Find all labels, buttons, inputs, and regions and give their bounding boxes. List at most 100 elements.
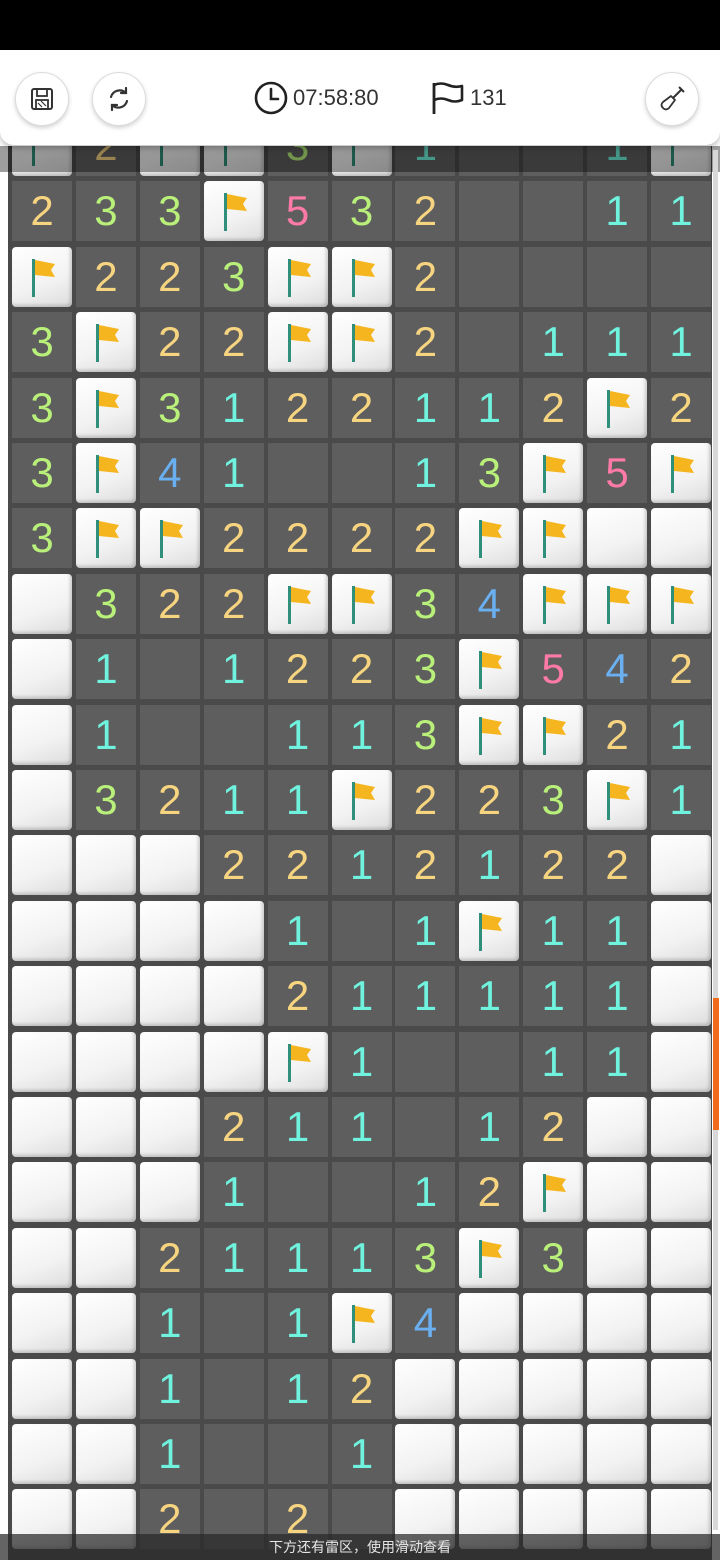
- number-cell[interactable]: 1: [267, 1293, 328, 1354]
- flagged-cell[interactable]: [587, 573, 648, 634]
- unopened-cell[interactable]: [12, 835, 72, 896]
- unopened-cell[interactable]: [139, 1097, 200, 1157]
- number-cell[interactable]: 2: [203, 312, 264, 373]
- unopened-cell[interactable]: [651, 900, 711, 961]
- unopened-cell[interactable]: [139, 966, 200, 1027]
- number-cell[interactable]: 2: [139, 246, 200, 307]
- flagged-cell[interactable]: [587, 377, 648, 438]
- flagged-cell[interactable]: [331, 312, 392, 373]
- opened-empty-cell[interactable]: [203, 1293, 264, 1354]
- unopened-cell[interactable]: [139, 1031, 200, 1092]
- number-cell[interactable]: 3: [75, 181, 136, 242]
- number-cell[interactable]: 1: [139, 1293, 200, 1354]
- number-cell[interactable]: 2: [395, 770, 456, 830]
- flagged-cell[interactable]: [75, 312, 136, 373]
- number-cell[interactable]: 1: [395, 377, 456, 438]
- unopened-cell[interactable]: [75, 1424, 136, 1484]
- number-cell[interactable]: 1: [203, 1162, 264, 1223]
- unopened-cell[interactable]: [75, 900, 136, 961]
- number-cell[interactable]: 1: [651, 704, 711, 765]
- flagged-cell[interactable]: [267, 312, 328, 373]
- unopened-cell[interactable]: [12, 1031, 72, 1092]
- number-cell[interactable]: 1: [651, 181, 711, 242]
- unopened-cell[interactable]: [12, 1424, 72, 1484]
- number-cell[interactable]: 1: [139, 1424, 200, 1484]
- unopened-cell[interactable]: [651, 1227, 711, 1288]
- unopened-cell[interactable]: [395, 1424, 456, 1484]
- number-cell[interactable]: 3: [12, 312, 72, 373]
- flagged-cell[interactable]: [331, 246, 392, 307]
- unopened-cell[interactable]: [523, 1358, 584, 1419]
- unopened-cell[interactable]: [203, 1031, 264, 1092]
- flagged-cell[interactable]: [75, 377, 136, 438]
- number-cell[interactable]: 1: [139, 1358, 200, 1419]
- number-cell[interactable]: 2: [331, 377, 392, 438]
- number-cell[interactable]: 3: [139, 181, 200, 242]
- number-cell[interactable]: 2: [459, 1162, 520, 1223]
- flagged-cell[interactable]: [75, 443, 136, 503]
- number-cell[interactable]: 3: [395, 639, 456, 700]
- number-cell[interactable]: 3: [523, 1227, 584, 1288]
- flagged-cell[interactable]: [139, 508, 200, 569]
- unopened-cell[interactable]: [12, 900, 72, 961]
- unopened-cell[interactable]: [651, 1424, 711, 1484]
- number-cell[interactable]: 2: [203, 508, 264, 569]
- flagged-cell[interactable]: [523, 508, 584, 569]
- unopened-cell[interactable]: [203, 900, 264, 961]
- unopened-cell[interactable]: [12, 704, 72, 765]
- opened-empty-cell[interactable]: [587, 246, 648, 307]
- unopened-cell[interactable]: [12, 770, 72, 830]
- number-cell[interactable]: 2: [523, 835, 584, 896]
- number-cell[interactable]: 1: [395, 966, 456, 1027]
- number-cell[interactable]: 1: [395, 443, 456, 503]
- flagged-cell[interactable]: [331, 573, 392, 634]
- number-cell[interactable]: 2: [267, 835, 328, 896]
- number-cell[interactable]: 2: [203, 835, 264, 896]
- number-cell[interactable]: 1: [395, 900, 456, 961]
- sweep-mode-button[interactable]: [645, 72, 699, 126]
- flagged-cell[interactable]: [75, 508, 136, 569]
- opened-empty-cell[interactable]: [523, 181, 584, 242]
- unopened-cell[interactable]: [651, 1358, 711, 1419]
- number-cell[interactable]: 3: [75, 573, 136, 634]
- number-cell[interactable]: 2: [331, 639, 392, 700]
- opened-empty-cell[interactable]: [267, 1162, 328, 1223]
- number-cell[interactable]: 2: [651, 639, 711, 700]
- unopened-cell[interactable]: [459, 1293, 520, 1354]
- number-cell[interactable]: 1: [75, 639, 136, 700]
- opened-empty-cell[interactable]: [331, 1162, 392, 1223]
- unopened-cell[interactable]: [459, 1424, 520, 1484]
- opened-empty-cell[interactable]: [203, 704, 264, 765]
- flagged-cell[interactable]: [523, 573, 584, 634]
- flagged-cell[interactable]: [203, 181, 264, 242]
- number-cell[interactable]: 2: [267, 966, 328, 1027]
- number-cell[interactable]: 1: [267, 1358, 328, 1419]
- unopened-cell[interactable]: [651, 966, 711, 1027]
- number-cell[interactable]: 1: [587, 900, 648, 961]
- opened-empty-cell[interactable]: [331, 900, 392, 961]
- number-cell[interactable]: 5: [267, 181, 328, 242]
- unopened-cell[interactable]: [139, 900, 200, 961]
- flagged-cell[interactable]: [459, 1227, 520, 1288]
- unopened-cell[interactable]: [651, 1162, 711, 1223]
- flagged-cell[interactable]: [12, 246, 72, 307]
- opened-empty-cell[interactable]: [459, 312, 520, 373]
- number-cell[interactable]: 3: [459, 443, 520, 503]
- number-cell[interactable]: 2: [267, 377, 328, 438]
- flagged-cell[interactable]: [651, 573, 711, 634]
- unopened-cell[interactable]: [139, 1162, 200, 1223]
- opened-empty-cell[interactable]: [139, 704, 200, 765]
- unopened-cell[interactable]: [75, 966, 136, 1027]
- unopened-cell[interactable]: [587, 1424, 648, 1484]
- unopened-cell[interactable]: [459, 1358, 520, 1419]
- unopened-cell[interactable]: [651, 1031, 711, 1092]
- opened-empty-cell[interactable]: [203, 1424, 264, 1484]
- number-cell[interactable]: 4: [459, 573, 520, 634]
- number-cell[interactable]: 1: [267, 770, 328, 830]
- unopened-cell[interactable]: [139, 835, 200, 896]
- number-cell[interactable]: 1: [587, 1031, 648, 1092]
- unopened-cell[interactable]: [587, 1097, 648, 1157]
- number-cell[interactable]: 1: [459, 835, 520, 896]
- unopened-cell[interactable]: [651, 1293, 711, 1354]
- unopened-cell[interactable]: [587, 1293, 648, 1354]
